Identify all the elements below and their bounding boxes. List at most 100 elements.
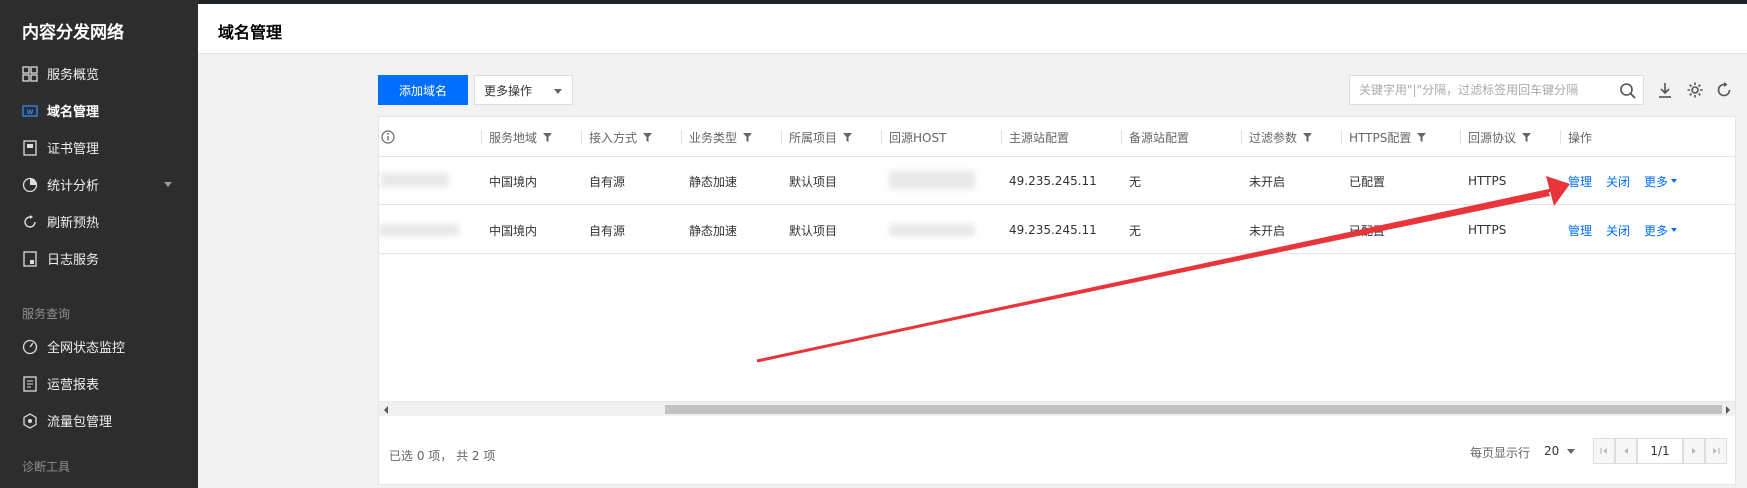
last-page-icon bbox=[1713, 448, 1720, 454]
package-icon bbox=[22, 412, 38, 429]
domain-icon: W bbox=[22, 103, 38, 119]
sidebar-item-traffic-package[interactable]: 流量包管理 bbox=[0, 402, 198, 439]
column-header-actions: 操作 bbox=[1560, 117, 1592, 157]
gauge-icon bbox=[22, 339, 38, 355]
info-icon[interactable] bbox=[381, 130, 395, 144]
cell-backup: 无 bbox=[1129, 223, 1142, 238]
sidebar-item-monitor[interactable]: 全网状态监控 bbox=[0, 328, 198, 365]
more-dropdown[interactable]: 更多 bbox=[1644, 222, 1678, 239]
sidebar-item-domain[interactable]: W 域名管理 bbox=[0, 92, 198, 129]
page-title: 域名管理 bbox=[218, 23, 283, 42]
page-size-select[interactable]: 20 bbox=[1544, 444, 1576, 458]
cell-biz-type: 静态加速 bbox=[689, 223, 738, 238]
add-domain-button[interactable]: 添加域名 bbox=[378, 75, 468, 105]
refresh-icon[interactable] bbox=[1715, 81, 1733, 99]
table-row: 中国境内 自有源 静态加速 默认项目 49.235.245.11 无 未开启 已… bbox=[379, 157, 1735, 205]
manage-link[interactable]: 管理 bbox=[1568, 222, 1592, 239]
cell-biz-type: 静态加速 bbox=[689, 174, 738, 189]
page-header: 域名管理 bbox=[198, 4, 1747, 54]
more-actions-dropdown[interactable]: 更多操作 bbox=[474, 75, 573, 105]
cell-actions: 管理 关闭 更多 bbox=[1568, 206, 1678, 254]
column-header-region[interactable]: 服务地域 bbox=[481, 117, 553, 157]
cell-filter: 未开启 bbox=[1249, 223, 1286, 238]
chevron-down-icon bbox=[1671, 179, 1678, 183]
grid-icon bbox=[22, 65, 38, 82]
column-header-access[interactable]: 接入方式 bbox=[581, 117, 653, 157]
close-link[interactable]: 关闭 bbox=[1606, 222, 1630, 239]
cell-project: 默认项目 bbox=[789, 174, 838, 189]
horizontal-scrollbar[interactable] bbox=[379, 401, 1735, 416]
close-link[interactable]: 关闭 bbox=[1606, 173, 1630, 190]
filter-icon[interactable] bbox=[1522, 132, 1532, 142]
cell-origin: 49.235.245.11 bbox=[1009, 174, 1097, 188]
cell-https: 已配置 bbox=[1349, 223, 1386, 238]
sidebar-item-certificate[interactable]: 证书管理 bbox=[0, 129, 198, 166]
svg-text:W: W bbox=[27, 109, 34, 116]
column-header-biz-type[interactable]: 业务类型 bbox=[681, 117, 753, 157]
redacted-origin-host bbox=[889, 224, 975, 236]
column-header-project[interactable]: 所属项目 bbox=[781, 117, 853, 157]
cell-protocol: HTTPS bbox=[1468, 174, 1507, 188]
more-dropdown[interactable]: 更多 bbox=[1644, 173, 1678, 190]
filter-icon[interactable] bbox=[743, 132, 753, 142]
gear-icon[interactable] bbox=[1686, 81, 1704, 99]
column-header-backup: 备源站配置 bbox=[1121, 117, 1189, 157]
scrollbar-thumb[interactable] bbox=[665, 405, 1722, 414]
column-header-filter-params[interactable]: 过滤参数 bbox=[1241, 117, 1313, 157]
nav-group-diagnostics: 诊断工具 bbox=[22, 460, 71, 474]
redacted-domain bbox=[381, 173, 449, 187]
cell-region: 中国境内 bbox=[489, 174, 538, 189]
search-icon[interactable] bbox=[1619, 82, 1637, 100]
sidebar-item-refresh[interactable]: 刷新预热 bbox=[0, 203, 198, 240]
sidebar-item-label: 统计分析 bbox=[47, 179, 100, 194]
info-column-header bbox=[381, 117, 395, 157]
page-size-label: 每页显示行 bbox=[1470, 446, 1531, 460]
cell-origin: 49.235.245.11 bbox=[1009, 223, 1097, 237]
certificate-icon bbox=[22, 139, 38, 156]
last-page-button[interactable] bbox=[1705, 438, 1727, 464]
domain-table-panel: 服务地域 接入方式 业务类型 所属项目 回源HOST 主源站配置 备源站配置 过… bbox=[378, 116, 1736, 485]
sidebar-item-analytics[interactable]: 统计分析 bbox=[0, 166, 198, 203]
sidebar-item-reports[interactable]: 运营报表 bbox=[0, 365, 198, 402]
prev-page-button[interactable] bbox=[1615, 438, 1637, 464]
scroll-right-icon[interactable] bbox=[1726, 406, 1730, 414]
sidebar-item-label: 流量包管理 bbox=[47, 415, 113, 430]
filter-icon[interactable] bbox=[843, 132, 853, 142]
sidebar: 内容分发网络 服务概览 W 域名管理 证书管理 统计分析 刷新预热 日志服务 服… bbox=[0, 0, 198, 488]
filter-icon[interactable] bbox=[1303, 132, 1313, 142]
first-page-icon bbox=[1600, 448, 1607, 454]
redacted-domain bbox=[379, 224, 459, 236]
chevron-down-icon bbox=[1567, 448, 1576, 454]
download-icon[interactable] bbox=[1656, 81, 1674, 99]
filter-icon[interactable] bbox=[543, 132, 553, 142]
search-input[interactable] bbox=[1359, 83, 1609, 97]
search-box[interactable] bbox=[1349, 75, 1644, 105]
sidebar-item-label: 全网状态监控 bbox=[47, 341, 126, 356]
page-indicator: 1/1 bbox=[1637, 438, 1683, 464]
refresh-icon bbox=[22, 214, 38, 230]
chevron-down-icon bbox=[554, 89, 562, 94]
sidebar-item-logs[interactable]: 日志服务 bbox=[0, 240, 198, 277]
column-header-origin: 主源站配置 bbox=[1001, 117, 1069, 157]
scroll-left-icon[interactable] bbox=[384, 406, 388, 414]
filter-icon[interactable] bbox=[643, 132, 653, 142]
sidebar-item-label: 刷新预热 bbox=[47, 216, 100, 231]
redacted-origin-host bbox=[889, 171, 975, 189]
report-icon bbox=[22, 375, 38, 392]
sidebar-item-overview[interactable]: 服务概览 bbox=[0, 55, 198, 92]
sidebar-item-label: 证书管理 bbox=[47, 142, 100, 157]
column-header-https[interactable]: HTTPS配置 bbox=[1341, 117, 1427, 157]
sidebar-item-label: 运营报表 bbox=[47, 378, 100, 393]
first-page-button[interactable] bbox=[1593, 438, 1615, 464]
more-actions-label: 更多操作 bbox=[484, 83, 533, 98]
cell-actions: 管理 关闭 更多 bbox=[1568, 157, 1678, 205]
chevron-left-icon bbox=[1624, 448, 1628, 454]
chevron-down-icon bbox=[164, 182, 172, 187]
next-page-button[interactable] bbox=[1683, 438, 1705, 464]
log-icon bbox=[22, 250, 38, 267]
column-header-protocol[interactable]: 回源协议 bbox=[1460, 117, 1532, 157]
chevron-down-icon bbox=[1671, 228, 1678, 232]
filter-icon[interactable] bbox=[1417, 132, 1427, 142]
sidebar-item-label: 服务概览 bbox=[47, 68, 100, 83]
manage-link[interactable]: 管理 bbox=[1568, 173, 1592, 190]
